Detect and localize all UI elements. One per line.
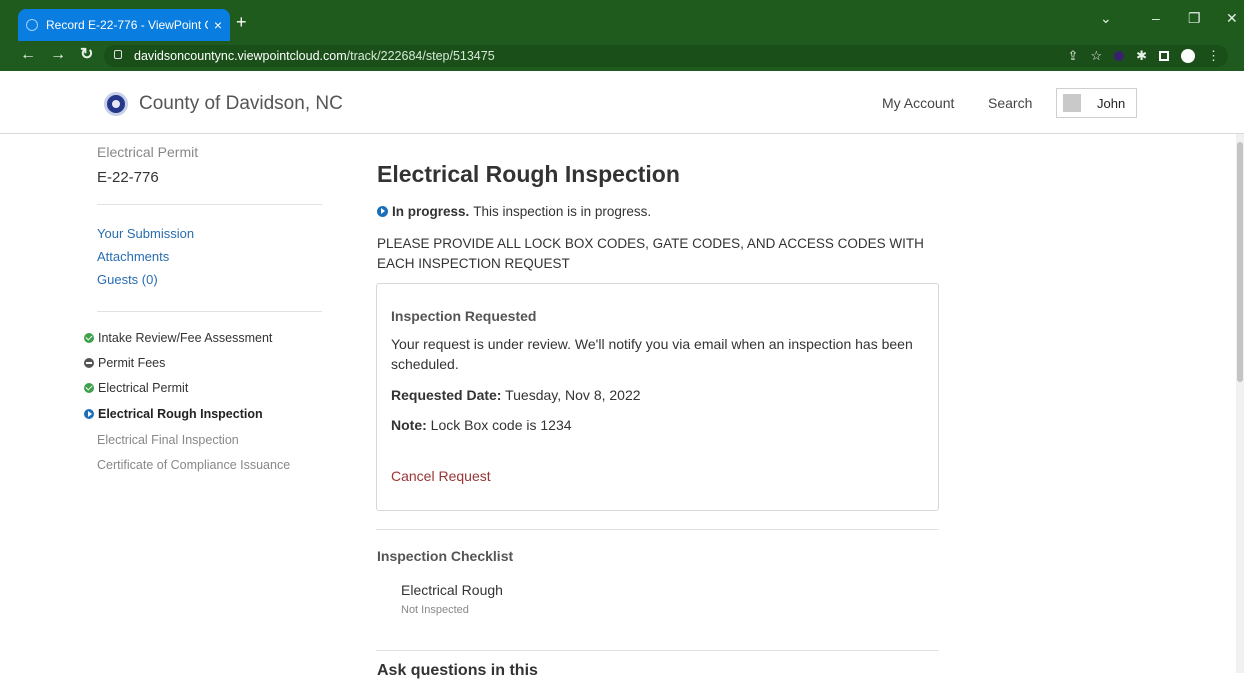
step-label: Electrical Permit: [98, 381, 189, 395]
cancel-request-link[interactable]: Cancel Request: [391, 468, 491, 484]
checklist-title: Inspection Checklist: [377, 548, 514, 564]
step-label: Intake Review/Fee Assessment: [98, 331, 273, 345]
minus-circle-icon: [84, 358, 94, 368]
user-menu-button[interactable]: John: [1056, 88, 1137, 118]
attachments-link[interactable]: Attachments: [97, 249, 169, 264]
checklist-item-status: Not Inspected: [401, 604, 469, 616]
guests-link[interactable]: Guests (0): [97, 272, 158, 287]
side-panel-icon[interactable]: [1159, 51, 1169, 61]
access-codes-notice: PLEASE PROVIDE ALL LOCK BOX CODES, GATE …: [377, 236, 924, 271]
section-divider: [376, 529, 939, 530]
step-electrical-permit[interactable]: Electrical Permit: [84, 381, 188, 395]
browser-tab-strip: Record E-22-776 - ViewPoint Clo × + ⌄ – …: [0, 0, 1244, 41]
tab-search-chevron-icon[interactable]: ⌄: [1100, 10, 1112, 27]
step-intake-review[interactable]: Intake Review/Fee Assessment: [84, 331, 272, 345]
forward-arrow-icon[interactable]: →: [50, 47, 66, 63]
county-name-link[interactable]: County of Davidson, NC: [139, 93, 343, 115]
user-name: John: [1097, 96, 1126, 111]
page-scrollbar[interactable]: [1236, 134, 1244, 673]
request-note: Note: Lock Box code is 1234: [391, 417, 572, 433]
address-bar[interactable]: davidsoncountync.viewpointcloud.com/trac…: [104, 45, 1228, 67]
site-favicon-icon: [26, 19, 38, 31]
sidebar-divider: [97, 311, 322, 312]
note-value: Lock Box code is 1234: [430, 417, 572, 433]
requested-date-label: Requested Date:: [391, 387, 502, 403]
user-avatar-icon: [1063, 94, 1081, 112]
status-line: In progress. This inspection is in progr…: [377, 204, 651, 219]
url-path: /track/222684/step/513475: [346, 49, 495, 63]
site-header: County of Davidson, NC My Account Search…: [0, 71, 1244, 134]
profile-icon[interactable]: [1181, 49, 1195, 63]
browser-toolbar: ← → ↻ davidsoncountync.viewpointcloud.co…: [0, 41, 1244, 71]
step-label: Certificate of Compliance Issuance: [97, 458, 291, 472]
status-label: In progress.: [392, 204, 470, 219]
new-tab-button[interactable]: +: [236, 13, 247, 31]
requested-date: Requested Date: Tuesday, Nov 8, 2022: [391, 387, 641, 403]
toolbar-icons: ⇪ ☆ ✱ ⋮: [1068, 48, 1220, 64]
page-title: Electrical Rough Inspection: [377, 161, 680, 187]
my-account-link[interactable]: My Account: [882, 95, 954, 111]
play-circle-icon: [84, 409, 94, 419]
browser-tab-active[interactable]: Record E-22-776 - ViewPoint Clo ×: [18, 9, 230, 41]
step-label: Permit Fees: [98, 356, 166, 370]
record-type: Electrical Permit: [97, 144, 199, 160]
url-text: davidsoncountync.viewpointcloud.com/trac…: [134, 49, 495, 63]
status-text: This inspection is in progress.: [473, 204, 652, 219]
your-submission-link[interactable]: Your Submission: [97, 226, 194, 241]
lock-icon: [114, 50, 122, 59]
minimize-icon[interactable]: –: [1152, 10, 1160, 26]
questions-heading: Ask questions in this: [377, 662, 538, 679]
checklist-item-name: Electrical Rough: [401, 582, 503, 598]
menu-kebab-icon[interactable]: ⋮: [1207, 48, 1220, 64]
check-circle-icon: [84, 383, 94, 393]
note-label: Note:: [391, 417, 427, 433]
inspection-request-card: Inspection Requested Your request is und…: [376, 283, 939, 511]
back-arrow-icon[interactable]: ←: [20, 47, 36, 63]
record-id: E-22-776: [97, 169, 159, 186]
sidebar-divider: [97, 204, 322, 205]
county-seal-icon[interactable]: [104, 92, 128, 116]
step-electrical-final-inspection: Electrical Final Inspection: [97, 433, 239, 447]
step-permit-fees[interactable]: Permit Fees: [84, 356, 165, 370]
section-divider: [376, 650, 939, 651]
restore-icon[interactable]: ❐: [1188, 10, 1201, 27]
tab-close-icon[interactable]: ×: [214, 17, 222, 33]
tab-title: Record E-22-776 - ViewPoint Clo: [46, 18, 208, 32]
url-host: davidsoncountync.viewpointcloud.com: [134, 49, 347, 63]
check-circle-icon: [84, 333, 94, 343]
requested-date-value: Tuesday, Nov 8, 2022: [505, 387, 641, 403]
search-link[interactable]: Search: [988, 95, 1032, 111]
card-title: Inspection Requested: [391, 308, 537, 324]
step-label: Electrical Rough Inspection: [98, 407, 263, 421]
step-label: Electrical Final Inspection: [97, 433, 239, 447]
window-close-icon[interactable]: ✕: [1226, 10, 1238, 27]
scrollbar-thumb[interactable]: [1237, 142, 1243, 382]
share-icon[interactable]: ⇪: [1068, 48, 1079, 64]
in-progress-icon: [377, 206, 388, 217]
reload-icon[interactable]: ↻: [80, 47, 93, 63]
extension-icon[interactable]: [1114, 51, 1125, 61]
step-certificate-of-compliance: Certificate of Compliance Issuance: [97, 458, 290, 472]
step-electrical-rough-inspection[interactable]: Electrical Rough Inspection: [84, 407, 263, 421]
card-message: Your request is under review. We'll noti…: [391, 336, 913, 372]
bookmark-star-icon[interactable]: ☆: [1090, 48, 1102, 64]
puzzle-extensions-icon[interactable]: ✱: [1136, 48, 1147, 64]
